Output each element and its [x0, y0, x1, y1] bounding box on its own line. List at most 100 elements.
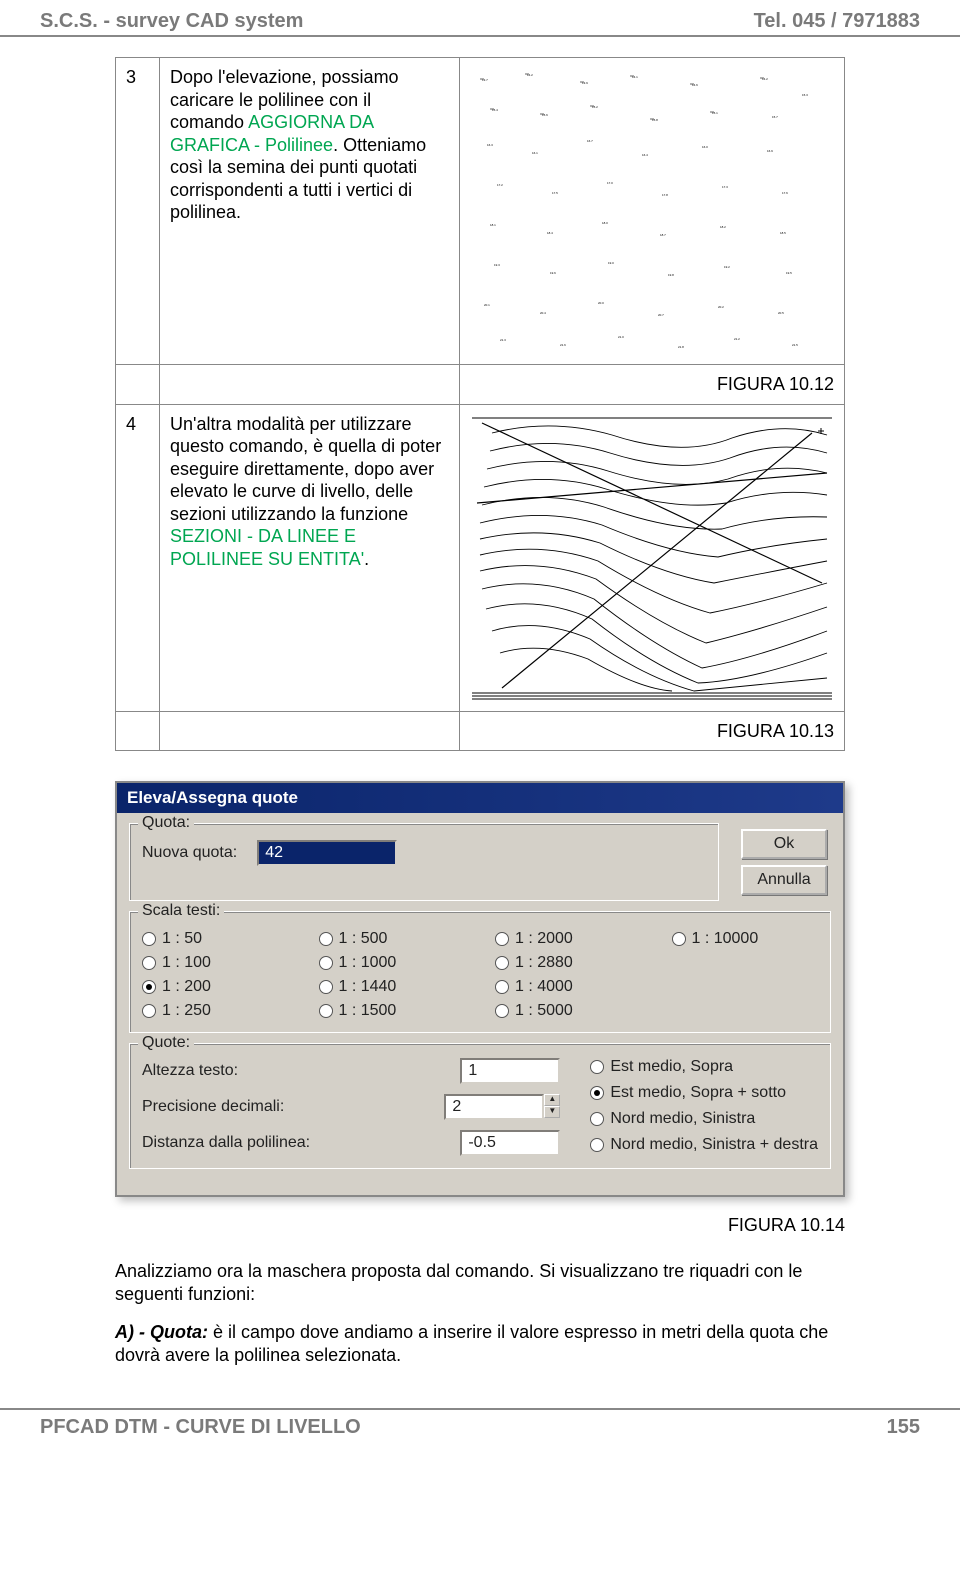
radio-icon[interactable]	[495, 956, 509, 970]
spinner-buttons[interactable]: ▲ ▼	[544, 1094, 560, 1120]
radio-label: Est medio, Sopra + sotto	[610, 1084, 786, 1102]
svg-text:16.1: 16.1	[532, 151, 538, 155]
radio-label: Nord medio, Sinistra	[610, 1110, 755, 1128]
svg-text:14.1: 14.1	[632, 75, 638, 79]
svg-text:17.0: 17.0	[607, 181, 613, 185]
scale-radio[interactable]: 1 : 250	[142, 1002, 289, 1020]
radio-icon[interactable]	[142, 932, 156, 946]
radio-icon[interactable]	[142, 980, 156, 994]
contour-svg	[470, 413, 834, 703]
paragraph: Analizziamo ora la maschera proposta dal…	[115, 1260, 845, 1307]
svg-text:14.2: 14.2	[527, 73, 533, 77]
header-right: Tel. 045 / 7971883	[754, 10, 920, 33]
table-row: 4 Un'altra modalità per utilizzare quest…	[116, 404, 845, 711]
scale-radio[interactable]: 1 : 100	[142, 954, 289, 972]
footer-right: 155	[887, 1416, 920, 1439]
quota-label: Nuova quota:	[142, 844, 237, 862]
figure-caption: FIGURA 10.13	[460, 711, 845, 751]
radio-icon[interactable]	[319, 956, 333, 970]
svg-text:19.2: 19.2	[724, 265, 730, 269]
scale-radio[interactable]: 1 : 1000	[319, 954, 466, 972]
prec-spinner[interactable]: 2 ▲ ▼	[444, 1094, 560, 1120]
radio-icon[interactable]	[319, 1004, 333, 1018]
svg-text:15.7: 15.7	[772, 115, 778, 119]
altezza-label: Altezza testo:	[142, 1062, 322, 1080]
radio-icon[interactable]	[495, 1004, 509, 1018]
radio-icon[interactable]	[590, 1060, 604, 1074]
scale-radio[interactable]: 1 : 2000	[495, 930, 642, 948]
radio-icon[interactable]	[590, 1112, 604, 1126]
radio-icon[interactable]	[590, 1086, 604, 1100]
svg-text:18.1: 18.1	[490, 223, 496, 227]
radio-icon[interactable]	[319, 932, 333, 946]
scale-radio[interactable]: 1 : 1500	[319, 1002, 466, 1020]
scale-radio[interactable]: 1 : 1440	[319, 978, 466, 996]
cancel-button[interactable]: Annulla	[741, 865, 827, 895]
svg-text:21.3: 21.3	[500, 338, 506, 342]
position-radio[interactable]: Est medio, Sopra	[590, 1058, 818, 1076]
step-figure	[460, 404, 845, 711]
altezza-input[interactable]: 1	[460, 1058, 560, 1084]
svg-text:20.7: 20.7	[658, 313, 664, 317]
svg-text:19.6: 19.6	[550, 271, 556, 275]
step-text: Un'altra modalità per utilizzare questo …	[160, 404, 460, 711]
radio-label: 1 : 5000	[515, 1002, 573, 1020]
spin-down-icon[interactable]: ▼	[544, 1106, 560, 1118]
radio-icon[interactable]	[495, 980, 509, 994]
svg-text:21.8: 21.8	[678, 345, 684, 349]
scale-radio[interactable]: 1 : 10000	[672, 930, 819, 948]
svg-text:16.4: 16.4	[642, 153, 648, 157]
spin-up-icon[interactable]: ▲	[544, 1094, 560, 1106]
paragraph: A) - Quota: è il campo dove andiamo a in…	[115, 1321, 845, 1368]
svg-text:18.0: 18.0	[602, 221, 608, 225]
svg-text:18.2: 18.2	[720, 225, 726, 229]
radio-icon[interactable]	[672, 932, 686, 946]
dialog-title: Eleva/Assegna quote	[127, 788, 298, 807]
scale-grid: 1 : 50 1 : 500 1 : 2000 1 : 10000 1 : 100 1 :…	[142, 930, 818, 1020]
svg-text:17.8: 17.8	[662, 193, 668, 197]
svg-text:17.2: 17.2	[497, 183, 503, 187]
quota-row: Nuova quota: 42	[142, 840, 706, 866]
dist-input[interactable]: -0.5	[460, 1130, 560, 1156]
svg-text:19.8: 19.8	[668, 273, 674, 277]
scale-radio[interactable]: 1 : 4000	[495, 978, 642, 996]
svg-text:18.4: 18.4	[547, 231, 553, 235]
scale-radio[interactable]: 1 : 200	[142, 978, 289, 996]
page-footer: PFCAD DTM - CURVE DI LIVELLO 155	[0, 1408, 960, 1451]
prec-input[interactable]: 2	[444, 1094, 544, 1120]
scale-radio[interactable]: 1 : 50	[142, 930, 289, 948]
svg-text:13.7: 13.7	[482, 78, 488, 82]
ok-button[interactable]: Ok	[741, 829, 827, 859]
dialog-titlebar: Eleva/Assegna quote	[117, 783, 843, 813]
svg-text:21.6: 21.6	[560, 343, 566, 347]
footer-left: PFCAD DTM - CURVE DI LIVELLO	[40, 1416, 361, 1439]
fieldset-quote: Quote: Altezza testo: 1 Precisione decim…	[129, 1043, 831, 1169]
radio-icon[interactable]	[590, 1138, 604, 1152]
svg-text:15.6: 15.6	[542, 113, 548, 117]
step-text: Dopo l'elevazione, possiamo caricare le …	[160, 58, 460, 365]
quota-input[interactable]: 42	[257, 840, 397, 866]
radio-label: 1 : 10000	[692, 930, 759, 948]
svg-text:15.2: 15.2	[592, 105, 598, 109]
scale-radio[interactable]: 1 : 5000	[495, 1002, 642, 1020]
svg-text:19.3: 19.3	[494, 263, 500, 267]
svg-text:16.7: 16.7	[587, 139, 593, 143]
radio-icon[interactable]	[142, 956, 156, 970]
radio-label: 1 : 1440	[339, 978, 397, 996]
points-svg: 13.714.213.914.114.614.215.3 15.415.615.…	[470, 66, 834, 356]
position-radio[interactable]: Nord medio, Sinistra + destra	[590, 1136, 818, 1154]
scale-radio[interactable]: 1 : 2880	[495, 954, 642, 972]
radio-icon[interactable]	[142, 1004, 156, 1018]
position-radio[interactable]: Est medio, Sopra + sotto	[590, 1084, 818, 1102]
svg-text:19.5: 19.5	[786, 271, 792, 275]
svg-text:14.2: 14.2	[762, 77, 768, 81]
svg-text:14.6: 14.6	[692, 83, 698, 87]
radio-label: 1 : 50	[162, 930, 202, 948]
quote-right: Est medio, Sopra Est medio, Sopra + sotto…	[590, 1058, 818, 1156]
scale-radio[interactable]: 1 : 500	[319, 930, 466, 948]
dialog-eleva-assegna: Eleva/Assegna quote Ok Annulla Quota: Nu…	[115, 781, 845, 1197]
radio-label: Nord medio, Sinistra + destra	[610, 1136, 818, 1154]
radio-icon[interactable]	[319, 980, 333, 994]
radio-icon[interactable]	[495, 932, 509, 946]
position-radio[interactable]: Nord medio, Sinistra	[590, 1110, 818, 1128]
